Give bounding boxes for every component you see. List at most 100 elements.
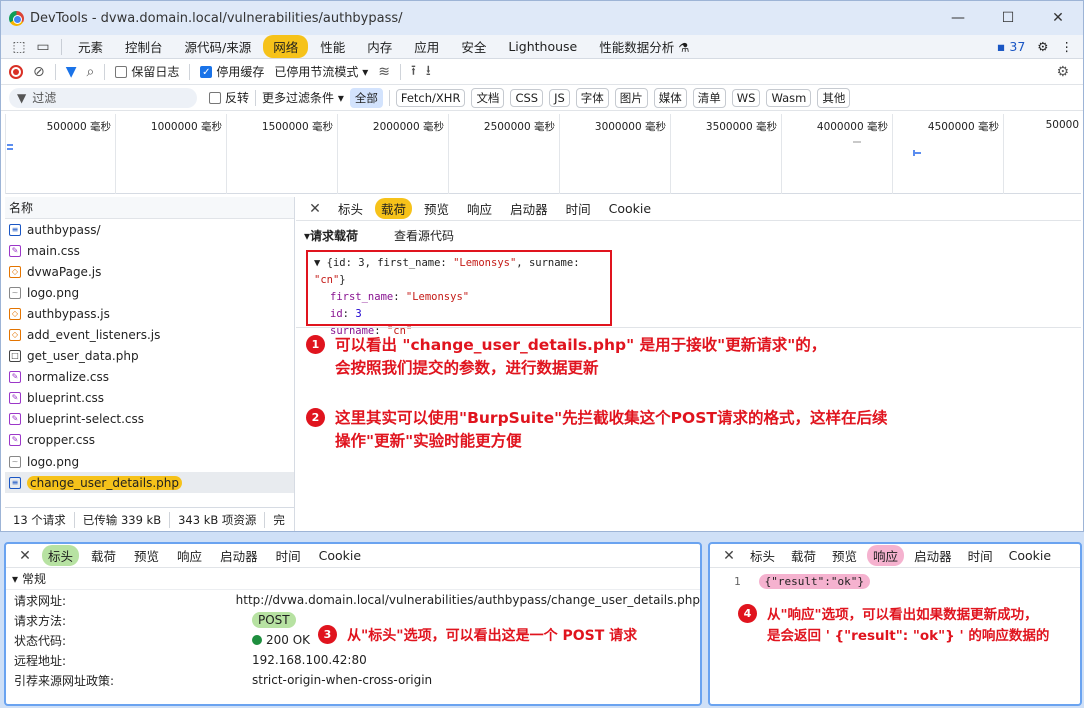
request-row[interactable]: ✎ main.css [5, 240, 294, 261]
payload-summary-first-name: "Lemonsys" [453, 257, 517, 269]
tab-timing[interactable]: 时间 [962, 545, 999, 566]
tab-initiator[interactable]: 启动器 [214, 545, 264, 566]
tab-preview[interactable]: 预览 [826, 545, 863, 566]
tab-cookie[interactable]: Cookie [603, 200, 657, 217]
tab-memory[interactable]: 内存 [357, 35, 402, 58]
tab-payload[interactable]: 载荷 [375, 198, 413, 219]
inspect-element-icon[interactable]: ⬚ [7, 39, 31, 55]
maximize-button[interactable]: ☐ [983, 10, 1033, 26]
tab-performance[interactable]: 性能 [310, 35, 355, 58]
filter-type-js[interactable]: JS [549, 88, 570, 107]
filter-placeholder: 过滤 [32, 91, 57, 105]
filter-input[interactable]: ▼ 过滤 [9, 87, 197, 108]
messages-badge[interactable]: ▪ 37 [997, 39, 1025, 54]
throttling-select[interactable]: 已停用节流模式 ▾ [274, 63, 368, 80]
filter-type-doc[interactable]: 文档 [471, 87, 505, 108]
tab-payload[interactable]: 载荷 [85, 545, 122, 566]
record-stop-icon[interactable] [9, 64, 23, 79]
request-row[interactable]: ~ logo.png [5, 282, 294, 303]
wifi-settings-icon[interactable]: ≋ [378, 64, 390, 80]
tab-headers[interactable]: 标头 [744, 545, 781, 566]
request-payload-title[interactable]: ▾请求载荷 [304, 227, 358, 244]
settings-gear-icon[interactable]: ⚙ [1037, 39, 1048, 54]
preserve-log-checkbox[interactable]: 保留日志 [115, 63, 179, 80]
tab-initiator[interactable]: 启动器 [504, 198, 554, 219]
tab-elements[interactable]: 元素 [68, 35, 113, 58]
request-row[interactable]: ◇ dvwaPage.js [5, 261, 294, 282]
tab-console[interactable]: 控制台 [115, 35, 173, 58]
close-icon[interactable]: ✕ [304, 201, 326, 217]
download-icon[interactable]: ⭳ [426, 60, 431, 84]
close-icon[interactable]: ✕ [718, 548, 740, 564]
network-settings-gear-icon[interactable]: ⚙ [1056, 64, 1069, 80]
field-value: 3 [355, 308, 362, 320]
request-row[interactable]: ✎ cropper.css [5, 430, 294, 451]
checkbox-box[interactable] [209, 91, 221, 104]
general-section-header[interactable]: ▾ 常规 [6, 568, 700, 590]
tab-payload[interactable]: 载荷 [785, 545, 822, 566]
tab-performance-insights[interactable]: 性能数据分析 ⚗ [589, 35, 699, 58]
disable-cache-checkbox[interactable]: ✓ 停用缓存 [200, 63, 264, 80]
filter-type-media[interactable]: 媒体 [653, 87, 687, 108]
close-window-button[interactable]: ✕ [1033, 10, 1083, 26]
detail-tabs: ✕ 标头 载荷 预览 响应 启动器 时间 Cookie [296, 197, 1081, 221]
headers-panel: ✕ 标头 载荷 预览 响应 启动器 时间 Cookie ▾ 常规 请求网址: htt… [4, 542, 702, 706]
network-timeline-overview[interactable]: 500000 毫秒 1000000 毫秒 1500000 毫秒 2000000 … [5, 114, 1081, 194]
upload-icon[interactable]: ⭱ [411, 60, 416, 84]
checkbox-box-checked[interactable]: ✓ [200, 65, 213, 78]
payload-summary[interactable]: ▼ {id: 3, first_name: "Lemonsys", surnam… [314, 255, 604, 289]
tab-preview[interactable]: 预览 [128, 545, 165, 566]
close-icon[interactable]: ✕ [14, 548, 36, 564]
tab-timing[interactable]: 时间 [560, 198, 597, 219]
filter-funnel-icon[interactable]: ▼ [66, 64, 77, 80]
tab-response[interactable]: 响应 [171, 545, 208, 566]
tab-response[interactable]: 响应 [461, 198, 498, 219]
filter-type-wasm[interactable]: Wasm [766, 88, 812, 107]
filter-type-all[interactable]: 全部 [349, 87, 383, 108]
request-row[interactable]: ✎ blueprint.css [5, 388, 294, 409]
tab-network[interactable]: 网络 [263, 35, 309, 58]
more-filters-dropdown[interactable]: 更多过滤条件 ▾ [262, 89, 344, 106]
request-row[interactable]: ✎ blueprint-select.css [5, 409, 294, 430]
payload-summary-mid: , surname: [516, 257, 580, 269]
tab-preview[interactable]: 预览 [418, 198, 455, 219]
filter-type-css[interactable]: CSS [510, 88, 544, 107]
tab-headers[interactable]: 标头 [332, 198, 369, 219]
request-row[interactable]: ≡ change_user_details.php [5, 472, 294, 494]
filter-type-other[interactable]: 其他 [817, 87, 851, 108]
tab-response[interactable]: 响应 [867, 545, 905, 566]
tab-initiator[interactable]: 启动器 [908, 545, 958, 566]
search-icon[interactable]: ⌕ [87, 64, 95, 80]
filter-type-fetch-xhr[interactable]: Fetch/XHR [395, 88, 466, 107]
tick-label: 3500000 毫秒 [705, 121, 777, 133]
invert-checkbox[interactable]: 反转 [209, 89, 249, 106]
request-row[interactable]: ◇ authbypass.js [5, 303, 294, 324]
request-row[interactable]: ◇ add_event_listeners.js [5, 324, 294, 345]
checkbox-box[interactable] [115, 65, 128, 78]
css-file-icon: ✎ [9, 392, 21, 405]
tab-lighthouse[interactable]: Lighthouse [498, 37, 587, 56]
preserve-log-label: 保留日志 [131, 65, 180, 79]
tab-cookie[interactable]: Cookie [1003, 547, 1057, 564]
request-row[interactable]: ✎ normalize.css [5, 367, 294, 388]
request-row[interactable]: □ get_user_data.php [5, 346, 294, 367]
tab-timing[interactable]: 时间 [270, 545, 307, 566]
request-row[interactable]: ≡ authbypass/ [5, 219, 294, 240]
device-toolbar-icon[interactable]: ▭ [31, 39, 55, 55]
tab-application[interactable]: 应用 [404, 35, 449, 58]
more-options-icon[interactable]: ⋮ [1061, 39, 1074, 54]
tab-sources[interactable]: 源代码/来源 [175, 35, 262, 58]
minimize-button[interactable]: — [933, 10, 983, 26]
filter-type-manifest[interactable]: 清单 [692, 87, 726, 108]
tab-headers[interactable]: 标头 [42, 545, 80, 566]
clear-icon[interactable]: ⊘ [33, 64, 45, 80]
name-column-header[interactable]: 名称 [5, 197, 294, 219]
tab-cookie[interactable]: Cookie [313, 547, 367, 564]
filter-type-font[interactable]: 字体 [575, 87, 609, 108]
tab-security[interactable]: 安全 [451, 35, 496, 58]
filter-type-img[interactable]: 图片 [614, 87, 648, 108]
filter-type-ws[interactable]: WS [731, 88, 761, 107]
view-source-link[interactable]: 查看源代码 [394, 227, 454, 244]
response-body: 1 {"result":"ok"} [710, 568, 1080, 589]
request-row[interactable]: ~ logo.png [5, 451, 294, 472]
